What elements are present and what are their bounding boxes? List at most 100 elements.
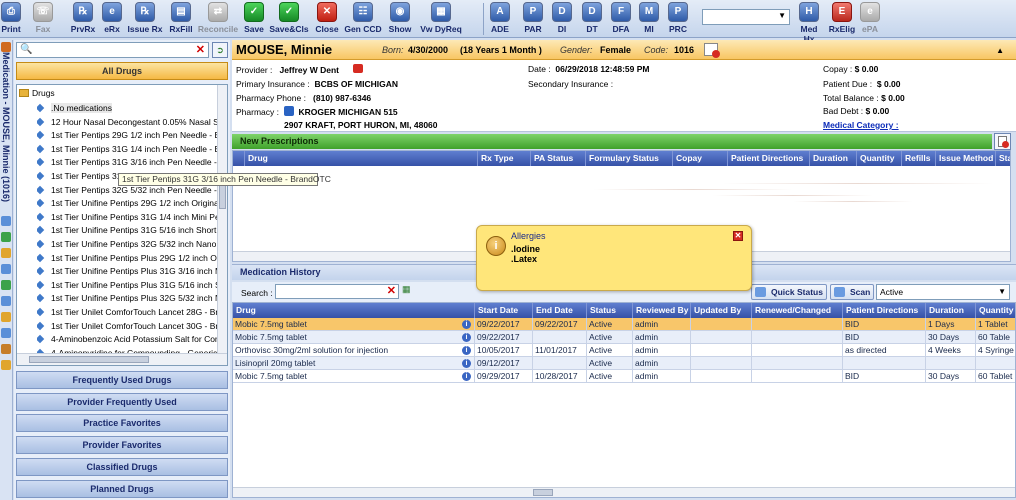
column-header-duration[interactable]: Duration	[810, 151, 857, 166]
column-header-drug[interactable]: Drug	[233, 303, 475, 318]
drug-list-item[interactable]: 1st Tier Unilet ComforTouch Lancet 28G -…	[37, 306, 219, 319]
column-header-quantity[interactable]: Quantity	[857, 151, 902, 166]
prc-button[interactable]: P PRC	[665, 1, 691, 37]
history-search-go-icon[interactable]: ▦	[402, 284, 416, 299]
info-icon[interactable]: i	[462, 359, 471, 368]
classified-drugs-button[interactable]: Classified Drugs	[16, 458, 228, 476]
column-header-copay[interactable]: Copay	[673, 151, 728, 166]
column-header-end-date[interactable]: End Date	[533, 303, 587, 318]
show-button[interactable]: ◉ Show	[385, 1, 415, 37]
column-header-renewed-changed[interactable]: Renewed/Changed	[752, 303, 843, 318]
column-header-duration[interactable]: Duration	[926, 303, 976, 318]
column-header-patient-directions[interactable]: Patient Directions	[843, 303, 926, 318]
horizontal-scrollbar[interactable]	[233, 487, 1015, 497]
status-filter-dropdown[interactable]: ▼ Active	[876, 284, 1010, 300]
planned-drugs-button[interactable]: Planned Drugs	[16, 480, 228, 498]
medication-history-row[interactable]: Lisinopril 20mg tablet 09/12/2017 Active ad…	[233, 357, 1015, 370]
erx-button[interactable]: e eRx	[100, 1, 124, 37]
reconcile-button[interactable]: ⇄ Reconcile	[197, 1, 239, 37]
column-header-drug[interactable]: Drug	[245, 151, 478, 166]
ade-button[interactable]: A ADE	[488, 1, 512, 37]
drug-list-item[interactable]: 1st Tier Pentips 31G 1/4 inch Pen Needle…	[37, 143, 219, 156]
medication-history-row[interactable]: Mobic 7.5mg tablet 09/22/2017 09/22/2017 Ac…	[233, 318, 1015, 331]
view-dyreq-button[interactable]: ▦ Vw DyReq	[417, 1, 465, 37]
column-header-quantity[interactable]: Quantity	[976, 303, 1015, 318]
close-button[interactable]: ✕ Close	[313, 1, 341, 37]
toolbar-dropdown[interactable]: ▼	[702, 9, 790, 25]
horizontal-scrollbar[interactable]	[17, 353, 227, 365]
medication-history-row[interactable]: Mobic 7.5mg tablet 09/22/2017 Active admin B…	[233, 331, 1015, 344]
drug-list-item[interactable]: 1st Tier Unifine Pentips 29G 1/2 inch Or…	[37, 197, 219, 210]
drug-list-item[interactable]: .No medications	[37, 102, 219, 115]
column-header-issue-method[interactable]: Issue Method	[936, 151, 996, 166]
drug-search-go-button[interactable]: ➲	[212, 42, 228, 58]
column-header-updated-by[interactable]: Updated By	[691, 303, 752, 318]
notes-icon[interactable]	[1, 360, 11, 370]
mi-button[interactable]: M MI	[638, 1, 660, 37]
scroll-thumb[interactable]	[29, 356, 149, 363]
med-hx-button[interactable]: H Med Hx	[794, 1, 824, 44]
patient-icon[interactable]	[1, 216, 11, 226]
prvrx-button[interactable]: ℞ PrvRx	[66, 1, 100, 37]
vertical-scrollbar[interactable]	[217, 85, 227, 353]
dfa-button[interactable]: F DFA	[608, 1, 634, 37]
history-search-input[interactable]: ✕	[275, 284, 399, 299]
provider-icon[interactable]	[352, 64, 363, 73]
info-icon[interactable]: i	[462, 372, 471, 381]
refresh-icon[interactable]	[1, 280, 11, 290]
dt-button[interactable]: D DT	[580, 1, 604, 37]
lock-icon[interactable]	[1, 312, 11, 322]
drug-list-item[interactable]: 1st Tier Unilet ComforTouch Lancet 30G -…	[37, 320, 219, 333]
provider-favorites-button[interactable]: Provider Favorites	[16, 436, 228, 454]
drug-search-input[interactable]: 🔍 ✕	[16, 42, 209, 58]
mail-icon[interactable]	[1, 296, 11, 306]
drug-list-item[interactable]: 1st Tier Unifine Pentips Plus 29G 1/2 in…	[37, 252, 219, 265]
drug-list-item[interactable]: 12 Hour Nasal Decongestant 0.05% Nasal S…	[37, 116, 219, 129]
drug-list-item[interactable]: 1st Tier Unifine Pentips 31G 1/4 inch Mi…	[37, 211, 219, 224]
settings-icon[interactable]	[1, 328, 11, 338]
medication-history-row[interactable]: Orthovisc 30mg/2ml solution for injectio…	[233, 344, 1015, 357]
drug-list-item[interactable]: 1st Tier Unifine Pentips 32G 5/32 inch N…	[37, 238, 219, 251]
frequently-used-drugs-button[interactable]: Frequently Used Drugs	[16, 371, 228, 389]
info-icon[interactable]: i	[462, 346, 471, 355]
quick-status-button[interactable]: Quick Status	[751, 284, 827, 300]
drug-list-item[interactable]: 1st Tier Unifine Pentips Plus 31G 5/16 i…	[37, 279, 219, 292]
close-popup-icon[interactable]: ✕	[733, 231, 743, 241]
print-button[interactable]: ⎙ Print	[0, 1, 22, 37]
email-icon[interactable]	[704, 43, 720, 58]
di-button[interactable]: D DI	[551, 1, 573, 37]
column-header-pa-status[interactable]: PA Status	[531, 151, 586, 166]
fax-button[interactable]: ☏ Fax	[30, 1, 56, 37]
rx-elig-button[interactable]: E RxElig	[828, 1, 856, 37]
clear-search-icon[interactable]: ✕	[196, 43, 205, 56]
drug-list-item[interactable]: 1st Tier Pentips 29G 1/2 inch Pen Needle…	[37, 129, 219, 142]
practice-favorites-button[interactable]: Practice Favorites	[16, 414, 228, 432]
scan-button[interactable]: Scan	[830, 284, 874, 300]
folder-icon[interactable]	[1, 248, 11, 258]
column-header-start-date[interactable]: Start Date	[475, 303, 533, 318]
tree-root-drugs[interactable]: Drugs	[19, 88, 55, 100]
info-icon[interactable]: i	[462, 333, 471, 342]
all-drugs-button[interactable]: All Drugs	[16, 62, 228, 80]
drug-list-item[interactable]: 1st Tier Unifine Pentips 31G 5/16 inch S…	[37, 224, 219, 237]
pin-icon[interactable]	[1, 42, 11, 52]
epa-button[interactable]: e ePA	[858, 1, 882, 37]
par-button[interactable]: P PAR	[520, 1, 546, 37]
column-header-patient-directions[interactable]: Patient Directions	[728, 151, 810, 166]
column-header-formulary-status[interactable]: Formulary Status	[586, 151, 673, 166]
add-icon[interactable]	[1, 232, 11, 242]
scroll-thumb[interactable]	[533, 489, 553, 496]
tools-icon[interactable]	[1, 344, 11, 354]
medical-category-link[interactable]: Medical Category :	[823, 120, 899, 130]
column-header-status[interactable]: Sta	[996, 151, 1010, 166]
drug-list-item[interactable]: 1st Tier Pentips 31G 3/16 inch Pen Needl…	[37, 156, 219, 169]
gen-ccd-button[interactable]: ☷ Gen CCD	[343, 1, 383, 37]
issue-rx-button[interactable]: ℞ Issue Rx	[125, 1, 165, 37]
provider-frequently-used-button[interactable]: Provider Frequently Used	[16, 393, 228, 411]
clear-search-icon[interactable]: ✕	[387, 284, 396, 297]
column-header-rx-type[interactable]: Rx Type	[478, 151, 531, 166]
info-icon[interactable]: i	[462, 320, 471, 329]
drug-list-item[interactable]: 4-Aminobenzoic Acid Potassium Salt for C…	[37, 333, 219, 346]
column-header-status[interactable]: Status	[587, 303, 633, 318]
pharmacy-icon[interactable]	[283, 106, 294, 116]
